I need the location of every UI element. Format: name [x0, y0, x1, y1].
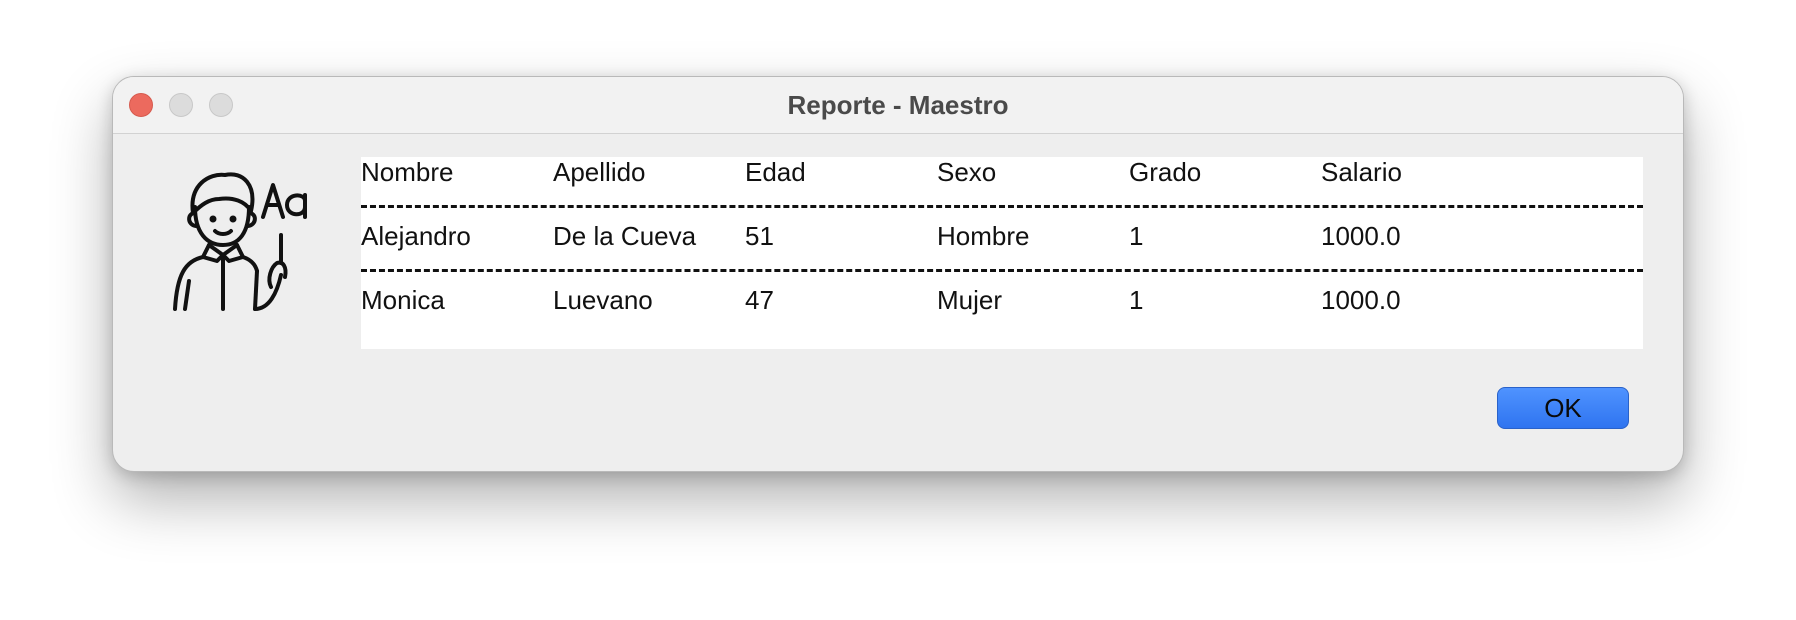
report-row: Monica Luevano 47 Mujer 1 1000.0	[361, 285, 1643, 319]
header-sexo: Sexo	[937, 157, 997, 187]
cell-salario: 1000.0	[1321, 285, 1401, 315]
cell-nombre: Alejandro	[361, 221, 471, 251]
header-apellido: Apellido	[553, 157, 646, 187]
cell-salario: 1000.0	[1321, 221, 1401, 251]
report-text-area: Nombre Apellido Edad Sexo Grado Salario …	[361, 157, 1643, 349]
header-salario: Salario	[1321, 157, 1402, 187]
cell-sexo: Hombre	[937, 221, 1030, 251]
cell-apellido: Luevano	[553, 285, 653, 315]
teacher-icon	[159, 163, 309, 313]
window-title: Reporte - Maestro	[787, 90, 1009, 120]
ok-button[interactable]: OK	[1497, 387, 1629, 429]
report-header-row: Nombre Apellido Edad Sexo Grado Salario	[361, 157, 1643, 191]
cell-apellido: De la Cueva	[553, 221, 697, 251]
cell-edad: 47	[745, 285, 774, 315]
cell-grado: 1	[1129, 285, 1144, 315]
header-nombre: Nombre	[361, 157, 454, 187]
separator-line	[361, 269, 1643, 272]
cell-edad: 51	[745, 221, 774, 251]
cell-nombre: Monica	[361, 285, 445, 315]
report-row: Alejandro De la Cueva 51 Hombre 1 1000.0	[361, 221, 1643, 255]
report-dialog: Reporte - Maestro Nombre Apellido Edad S…	[112, 76, 1684, 472]
separator-line	[361, 205, 1643, 208]
cell-grado: 1	[1129, 221, 1144, 251]
title-bar[interactable]: Reporte - Maestro	[113, 77, 1683, 134]
cell-sexo: Mujer	[937, 285, 1003, 315]
header-grado: Grado	[1129, 157, 1202, 187]
header-edad: Edad	[745, 157, 806, 187]
